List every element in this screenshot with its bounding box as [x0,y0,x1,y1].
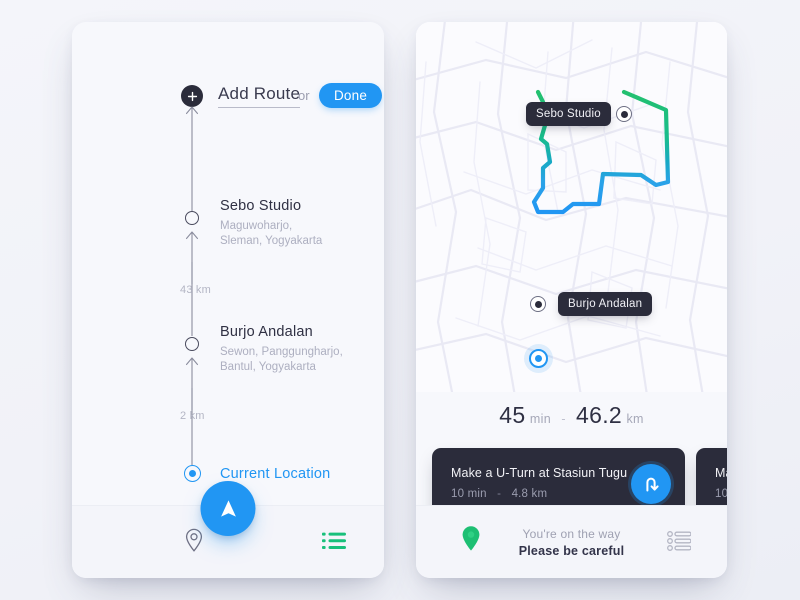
maneuver-title: Make a U-Turn at Stasiun Tugu [451,466,628,480]
navigation-arrow-icon [220,499,236,517]
maneuver-distance: 4.8 km [511,488,548,500]
right-bottom-bar: You're on the way Please be careful [416,505,727,578]
current-location-label[interactable]: Current Location [220,466,330,482]
maneuver-meta-dash: - [497,488,502,500]
trip-summary-separator: - [561,412,566,426]
done-button[interactable]: Done [319,83,382,108]
maneuver-meta: 10 min - 4.8 km [451,488,547,500]
left-bottom-bar [72,481,384,578]
current-location-marker-icon [184,465,201,482]
stop-address-line1: Sewon, Panggungharjo, [220,346,343,358]
stop-title: Burjo Andalan [220,324,313,340]
map-canvas [416,22,727,392]
stop-address-line2: Bantul, Yogyakarta [220,361,316,373]
route-options-icon [667,531,692,551]
route-list-button[interactable] [322,531,346,556]
map-marker-sebo-studio[interactable] [616,106,632,122]
plus-icon [187,91,197,101]
trip-duration-value: 45 [499,402,526,428]
u-turn-icon [646,477,659,492]
route-options-button[interactable] [667,531,692,556]
map-label-burjo-andalan[interactable]: Burjo Andalan [558,292,653,316]
or-label: or [298,88,310,103]
maneuver-icon-button[interactable] [631,464,671,504]
maneuver-duration: 10 m [715,488,727,500]
maneuver-meta: 10 m [715,488,727,500]
add-stop-button[interactable] [181,85,203,107]
maneuver-duration: 10 min [451,488,487,500]
trip-summary: 45 min - 46.2 km [416,402,727,429]
map-pin-button[interactable] [184,528,204,558]
map-label-sebo-studio[interactable]: Sebo Studio [526,102,611,126]
trip-distance-unit: km [626,412,644,426]
segment-distance-1: 43 km [180,284,211,296]
route-editor-screen: Add Route or Done Sebo Studio Maguwoharj… [72,22,384,578]
stop-address-line2: Sleman, Yogyakarta [220,235,323,247]
stop-address-line1: Maguwoharjo, [220,220,293,232]
maneuver-title: Mak [715,466,727,480]
trip-duration-unit: min [529,412,551,426]
map-view[interactable]: Sebo Studio Burjo Andalan [416,22,727,392]
map-marker-burjo-andalan[interactable] [530,296,546,312]
start-navigation-button[interactable] [200,481,256,536]
page-background: Add Route or Done Sebo Studio Maguwoharj… [0,0,800,600]
add-route-input[interactable]: Add Route [218,84,301,108]
stop-marker-icon [185,337,199,351]
route-list-icon [322,532,346,549]
stop-marker-icon [185,211,199,225]
map-marker-current-location[interactable] [529,349,548,368]
navigation-screen: Sebo Studio Burjo Andalan 45 min - 46.2 … [416,22,727,578]
segment-distance-2: 2 km [180,410,205,422]
map-pin-icon [185,528,203,552]
trip-distance-value: 46.2 [576,402,622,428]
stop-title: Sebo Studio [220,198,302,214]
